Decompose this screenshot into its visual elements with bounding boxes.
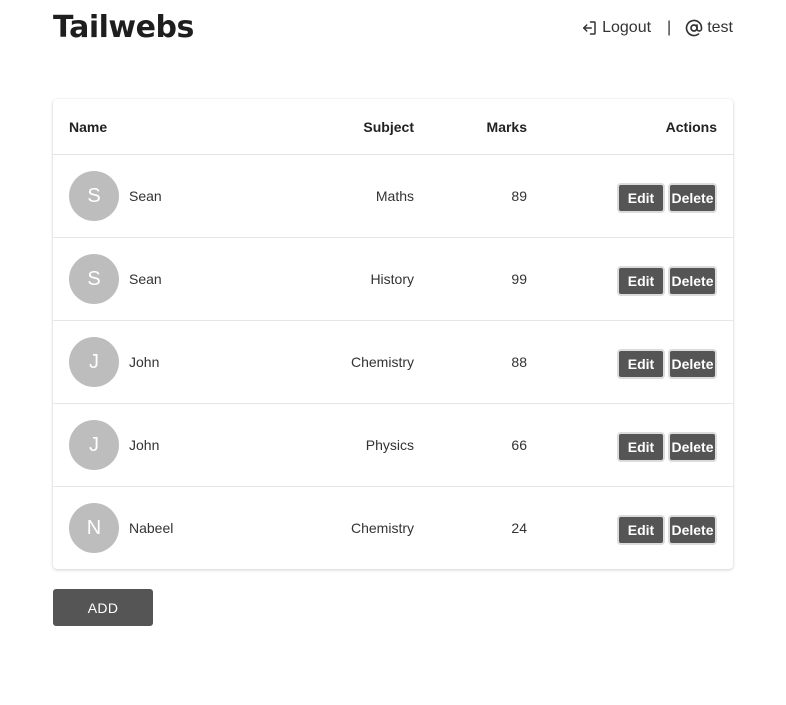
table-row: S Sean Maths 89 Edit Delete xyxy=(53,154,733,238)
edit-button[interactable]: Edit xyxy=(617,349,665,379)
name-cell: J John xyxy=(53,403,284,487)
logout-link[interactable]: Logout xyxy=(580,19,651,37)
column-header-marks: Marks xyxy=(430,99,543,155)
delete-button[interactable]: Delete xyxy=(668,432,717,462)
edit-button[interactable]: Edit xyxy=(617,183,665,213)
table-header-row: Name Subject Marks Actions xyxy=(53,99,733,155)
students-table-card: Name Subject Marks Actions S Sean Maths … xyxy=(53,99,733,569)
actions-cell: Edit Delete xyxy=(543,320,733,404)
student-name: John xyxy=(129,437,160,453)
marks-cell: 66 xyxy=(430,403,543,487)
subject-cell: Chemistry xyxy=(284,320,430,404)
column-header-subject: Subject xyxy=(284,99,430,155)
name-cell: J John xyxy=(53,320,284,404)
avatar: N xyxy=(69,503,119,553)
table-row: N Nabeel Chemistry 24 Edit Delete xyxy=(53,487,733,570)
table-row: J John Physics 66 Edit Delete xyxy=(53,403,733,487)
student-name: Sean xyxy=(129,271,162,287)
edit-button[interactable]: Edit xyxy=(617,515,665,545)
brand-title: Tailwebs xyxy=(53,10,194,45)
marks-cell: 88 xyxy=(430,320,543,404)
avatar: S xyxy=(69,254,119,304)
table-row: J John Chemistry 88 Edit Delete xyxy=(53,320,733,404)
header-separator: | xyxy=(667,19,672,36)
user-info: test xyxy=(685,19,733,37)
delete-button[interactable]: Delete xyxy=(668,349,717,379)
add-button[interactable]: ADD xyxy=(53,589,153,626)
students-table: Name Subject Marks Actions S Sean Maths … xyxy=(53,99,733,569)
marks-cell: 24 xyxy=(511,520,527,536)
actions-cell: Edit Delete xyxy=(543,403,733,487)
student-name: Nabeel xyxy=(129,520,174,536)
delete-button[interactable]: Delete xyxy=(668,183,717,213)
avatar: J xyxy=(69,420,119,470)
logout-icon xyxy=(583,21,596,35)
avatar: J xyxy=(69,337,119,387)
actions-cell: Edit Delete xyxy=(543,487,733,570)
avatar: S xyxy=(69,171,119,221)
student-name: John xyxy=(129,354,160,370)
username: test xyxy=(707,19,733,36)
subject-cell: Maths xyxy=(284,154,430,238)
student-name: Sean xyxy=(129,188,162,204)
subject-cell: Chemistry xyxy=(350,520,414,536)
delete-button[interactable]: Delete xyxy=(668,266,717,296)
user-area: Logout | test xyxy=(580,17,733,39)
name-cell: N Nabeel xyxy=(53,487,284,570)
marks-cell: 89 xyxy=(430,154,543,238)
edit-button[interactable]: Edit xyxy=(617,432,665,462)
actions-cell: Edit Delete xyxy=(543,154,733,238)
column-header-name: Name xyxy=(53,99,284,155)
delete-button[interactable]: Delete xyxy=(668,515,717,545)
subject-cell: Physics xyxy=(284,403,430,487)
name-cell: S Sean xyxy=(53,154,284,238)
edit-button[interactable]: Edit xyxy=(617,266,665,296)
app-header: Tailwebs Logout | test xyxy=(53,0,733,60)
actions-cell: Edit Delete xyxy=(543,237,733,321)
at-sign-icon xyxy=(685,19,703,37)
name-cell: S Sean xyxy=(53,237,284,321)
logout-label: Logout xyxy=(602,19,652,36)
column-header-actions: Actions xyxy=(543,99,733,155)
subject-cell: History xyxy=(284,237,430,321)
marks-cell: 99 xyxy=(430,237,543,321)
table-row: S Sean History 99 Edit Delete xyxy=(53,237,733,321)
